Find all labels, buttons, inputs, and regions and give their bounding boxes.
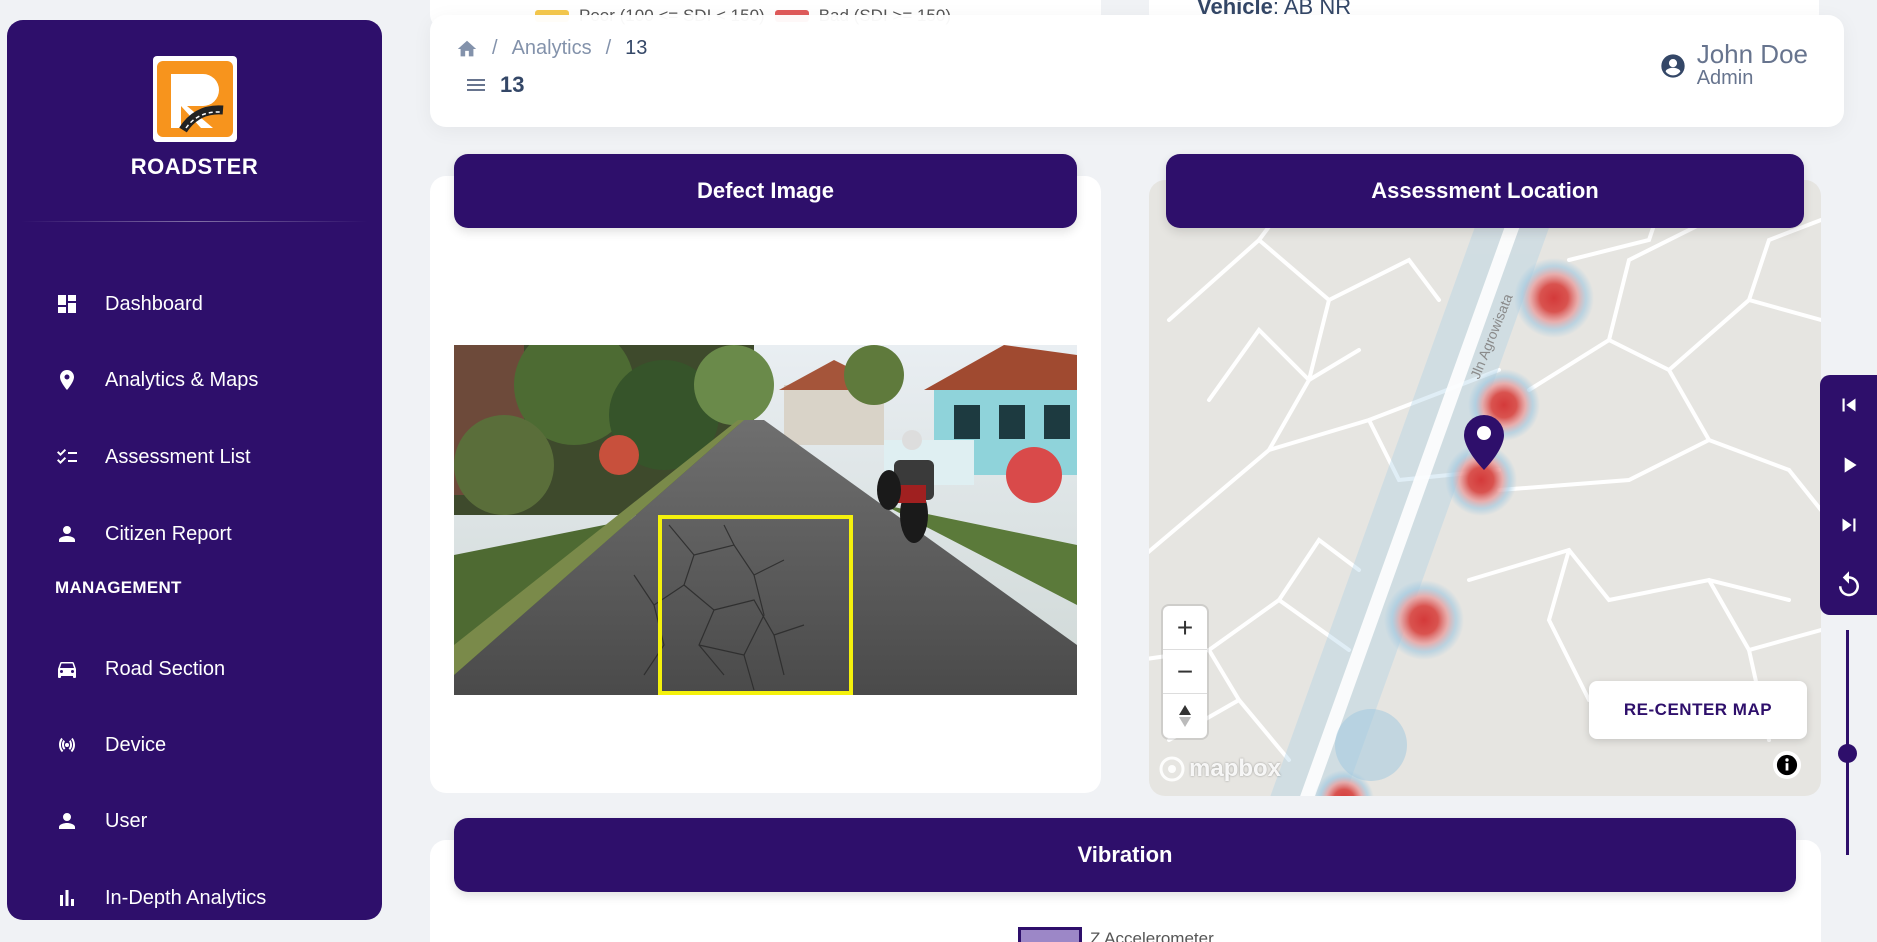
top-navbar: / Analytics / 13 13 John Doe Admin: [430, 15, 1844, 127]
defect-photo: [454, 345, 1077, 695]
brand-name: ROADSTER: [130, 154, 259, 179]
map-info-button[interactable]: [1773, 751, 1801, 779]
recenter-map-button[interactable]: RE-CENTER MAP: [1589, 681, 1807, 739]
sidebar-item-label: Dashboard: [105, 292, 203, 315]
heatmap-point: [1384, 580, 1464, 660]
sidebar-item-user[interactable]: User: [55, 801, 147, 841]
mapbox-wordmark: mapbox: [1189, 755, 1282, 782]
vibration-legend: Z Accelerometer: [1018, 927, 1214, 942]
sidebar-item-label: Assessment List: [105, 445, 251, 468]
sidebar-item-analytics-maps[interactable]: Analytics & Maps: [55, 360, 258, 400]
breadcrumb-separator: /: [492, 37, 498, 59]
breadcrumb-separator: /: [605, 37, 612, 59]
sidebar-item-label: Analytics & Maps: [105, 368, 259, 391]
sidebar-item-road-section[interactable]: Road Section: [55, 649, 225, 689]
legend-swatch-z-accelerometer: [1018, 927, 1082, 942]
compass-icon: [1179, 705, 1191, 727]
sidebar-item-label: Road Section: [105, 657, 226, 680]
info-icon: [1776, 754, 1798, 776]
page-title-text: 13: [500, 72, 525, 97]
playback-slider-thumb[interactable]: [1838, 744, 1857, 763]
user-role: Admin: [1696, 67, 1754, 89]
sidebar-item-label: In-Depth Analytics: [105, 886, 267, 909]
sidebar-item-citizen-report[interactable]: Citizen Report: [55, 514, 232, 554]
skip-next-icon[interactable]: [1836, 512, 1862, 538]
heatmap-point: [1514, 258, 1594, 338]
broadcast-icon: [58, 737, 76, 753]
user-menu[interactable]: John Doe Admin: [1659, 41, 1808, 90]
play-icon[interactable]: [1836, 452, 1862, 478]
sidebar-divider: [21, 221, 368, 222]
roadster-logo[interactable]: [153, 56, 237, 142]
zoom-in-button[interactable]: +: [1163, 606, 1207, 650]
sidebar-item-label: Citizen Report: [105, 522, 232, 545]
sidebar: ROADSTER Dashboard Analytics & Maps Asse…: [7, 20, 382, 920]
person-icon: [59, 526, 75, 542]
sidebar-section-management: MANAGEMENT: [55, 578, 182, 597]
user-name: John Doe: [1696, 39, 1808, 69]
vibration-header: Vibration: [454, 818, 1796, 892]
replay-icon[interactable]: [1834, 570, 1864, 600]
dashboard-icon: [58, 295, 76, 313]
location-pin-icon: [60, 370, 74, 390]
zoom-controls: + −: [1163, 606, 1207, 738]
assessment-map[interactable]: Jln Agrowisata + − RE-CENTER MAP mapbox: [1149, 180, 1821, 796]
defect-image-header: Defect Image: [454, 154, 1077, 228]
legend-label-z-accelerometer: Z Accelerometer: [1090, 929, 1214, 942]
checklist-icon: [57, 449, 77, 464]
car-icon: [58, 662, 76, 678]
sidebar-item-label: User: [105, 809, 148, 832]
compass-button[interactable]: [1163, 694, 1207, 738]
mapbox-logo: mapbox: [1159, 755, 1281, 783]
page-title: 13: [464, 72, 524, 98]
person-icon: [59, 813, 75, 829]
skip-previous-icon[interactable]: [1836, 392, 1862, 418]
sidebar-item-label: Device: [105, 733, 167, 756]
menu-icon[interactable]: [464, 73, 488, 97]
assessment-location-header: Assessment Location: [1166, 154, 1804, 228]
sidebar-item-device[interactable]: Device: [55, 725, 166, 765]
bar-chart-icon: [60, 890, 74, 906]
home-icon[interactable]: [456, 38, 478, 60]
breadcrumb: / Analytics / 13: [456, 37, 647, 60]
sidebar-item-assessment-list[interactable]: Assessment List: [55, 437, 251, 477]
breadcrumb-current: 13: [625, 37, 648, 59]
sidebar-item-dashboard[interactable]: Dashboard: [55, 284, 203, 324]
zoom-out-button[interactable]: −: [1163, 650, 1207, 694]
account-circle-icon: [1661, 53, 1685, 78]
sidebar-item-in-depth-analytics[interactable]: In-Depth Analytics: [55, 878, 266, 918]
playback-slider-track[interactable]: [1846, 630, 1849, 855]
breadcrumb-analytics[interactable]: Analytics: [512, 37, 592, 60]
mapbox-icon: [1159, 756, 1185, 782]
playback-controls: [1820, 375, 1877, 615]
